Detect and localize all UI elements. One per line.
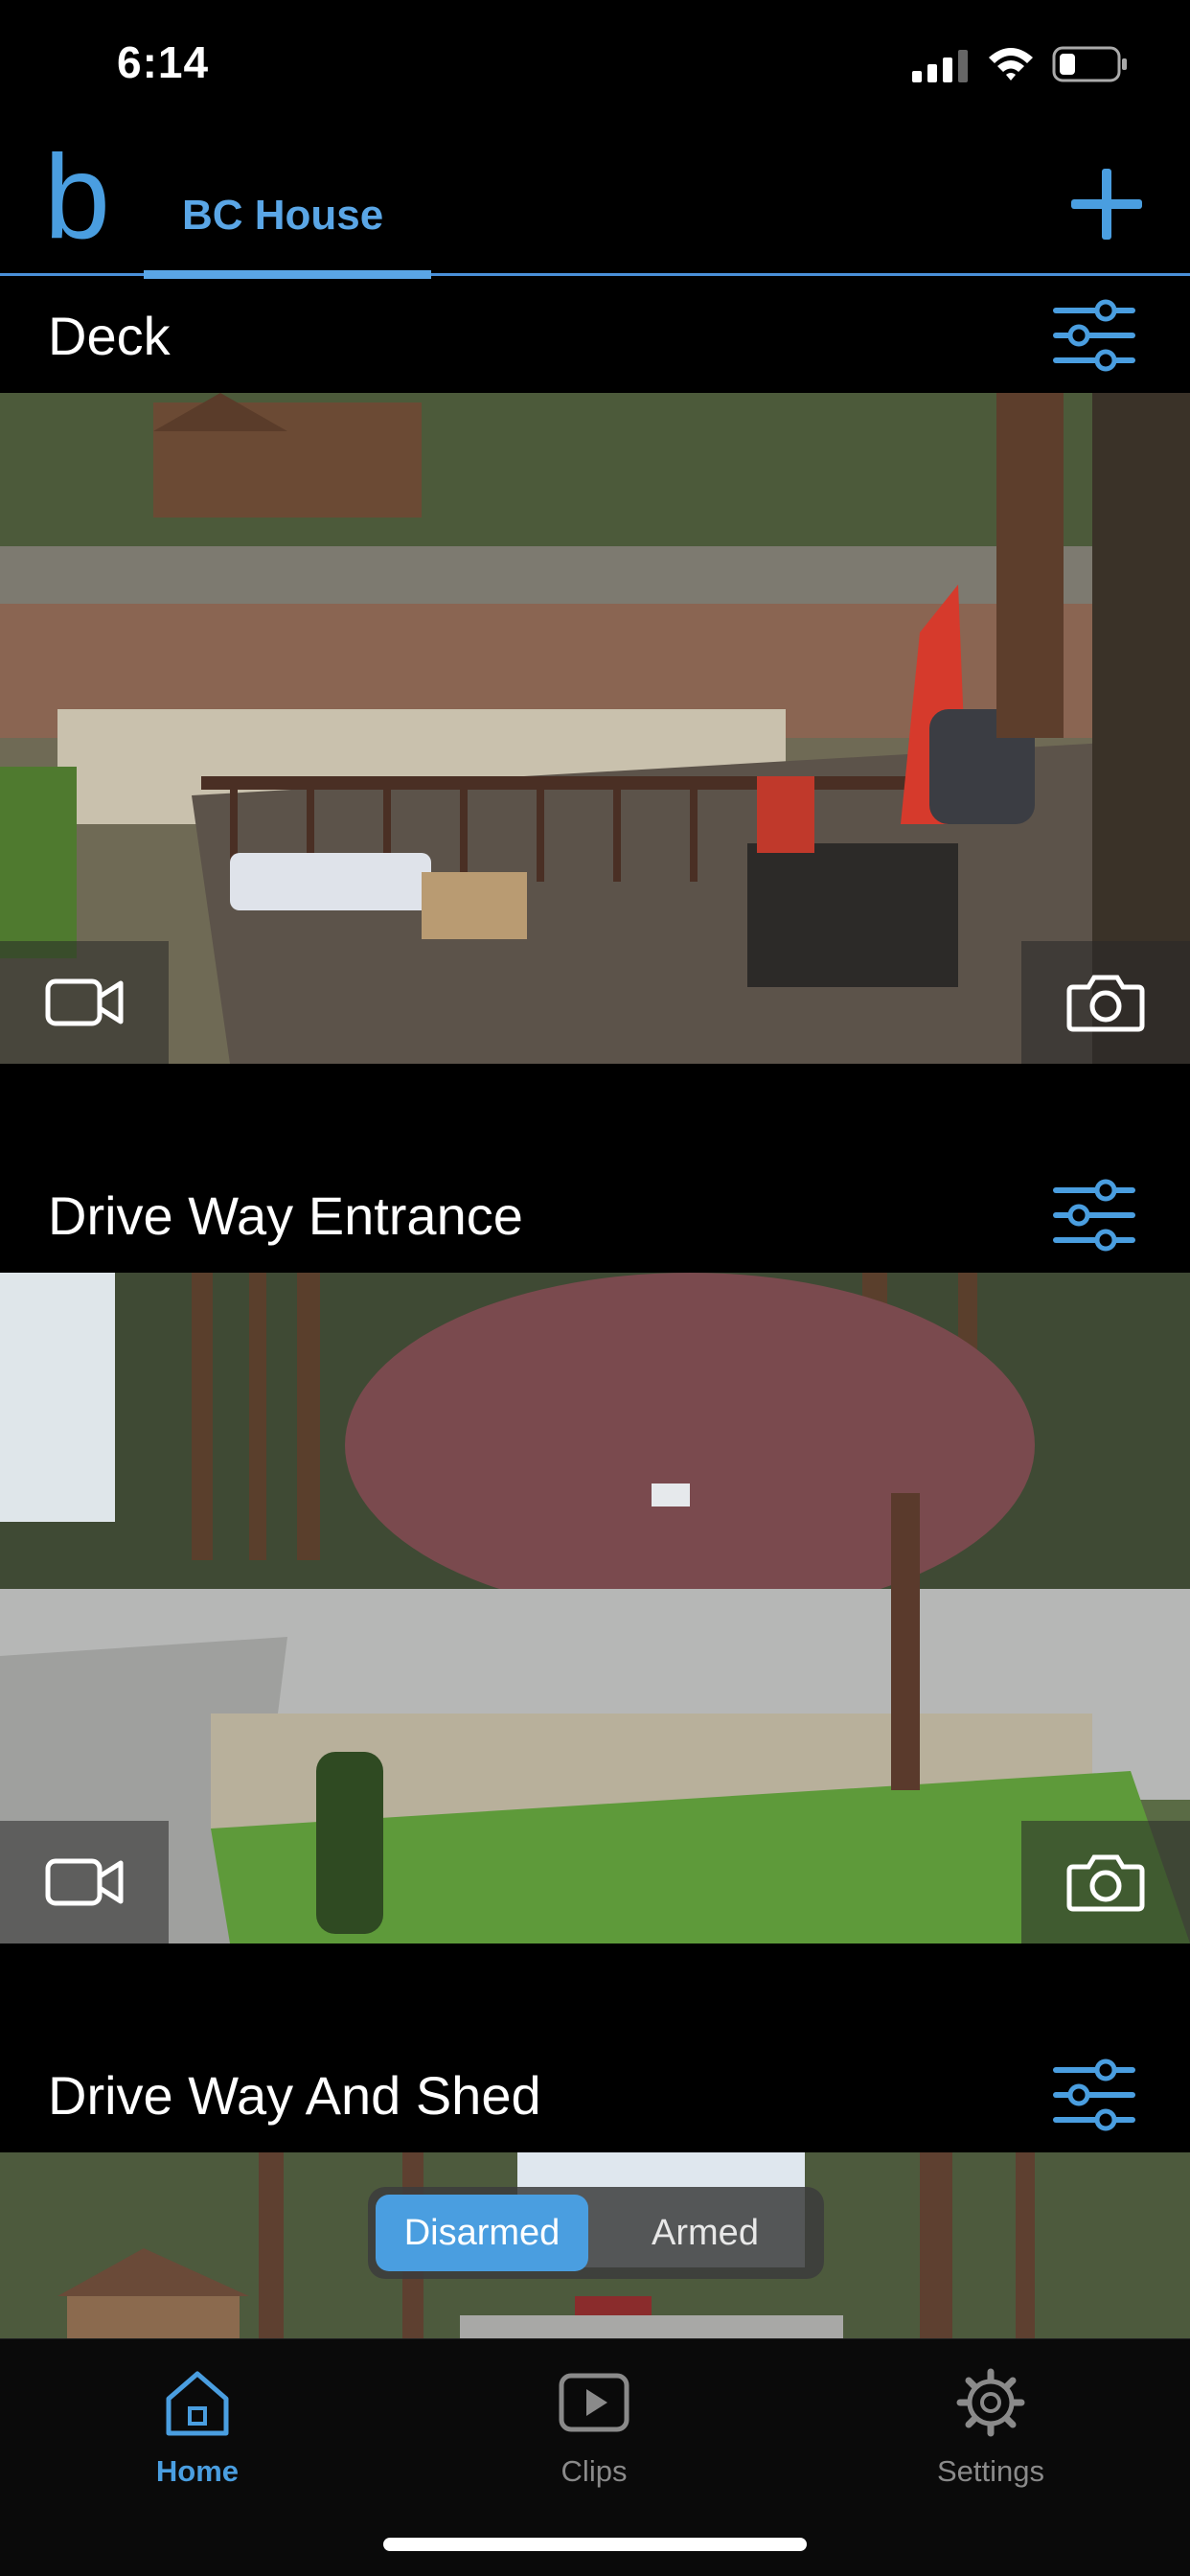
status-time: 6:14 [117,37,210,87]
tab-settings[interactable]: Settings [876,2357,1106,2500]
sliders-icon[interactable] [1052,1177,1136,1254]
tab-location[interactable]: BC House [144,134,431,279]
play-icon [559,2373,629,2432]
camera-feed-drive-way-entrance[interactable] [0,1273,1190,1944]
arm-mode-toggle: Disarmed Armed [368,2187,824,2279]
tab-label: Home [155,2454,240,2488]
status-bar: 6:14 [0,0,1190,134]
home-icon [166,2371,229,2436]
sliders-icon[interactable] [1052,297,1136,374]
cellular-signal-icon [912,50,968,82]
gear-icon [956,2368,1025,2437]
camera-header-drive-way-and-shed: Drive Way And Shed [0,2037,1190,2152]
camera-name: Deck [48,306,171,366]
snapshot-button[interactable] [1021,1821,1190,1944]
tab-label: Settings [936,2454,1044,2488]
record-video-button[interactable] [0,941,169,1064]
plus-icon[interactable] [1065,163,1148,245]
tab-home[interactable]: Home [82,2357,312,2500]
camera-header-deck: Deck [0,278,1190,393]
video-camera-icon [45,978,124,1026]
sliders-icon[interactable] [1052,2057,1136,2133]
record-video-button[interactable] [0,1821,169,1944]
driveway-entrance-feed-image [0,1273,1190,1944]
location-label: BC House [182,192,384,239]
tab-label: Clips [561,2454,628,2488]
home-indicator[interactable] [383,2538,807,2551]
video-camera-icon [45,1858,124,1906]
disarmed-option[interactable]: Disarmed [376,2195,588,2271]
battery-icon [1052,46,1127,82]
deck-feed-image [0,393,1190,1064]
camera-icon [1066,975,1145,1032]
snapshot-button[interactable] [1021,941,1190,1064]
camera-icon [1066,1854,1145,1912]
camera-header-drive-way-entrance: Drive Way Entrance [0,1158,1190,1273]
camera-feed-deck[interactable] [0,393,1190,1064]
app-header: b BC House [0,131,1190,279]
armed-option[interactable]: Armed [594,2195,816,2271]
app-logo: b [44,131,110,264]
tab-clips[interactable]: Clips [479,2357,709,2500]
camera-name: Drive Way Entrance [48,1185,523,1246]
camera-name: Drive Way And Shed [48,2065,541,2126]
wifi-icon [989,48,1033,80]
